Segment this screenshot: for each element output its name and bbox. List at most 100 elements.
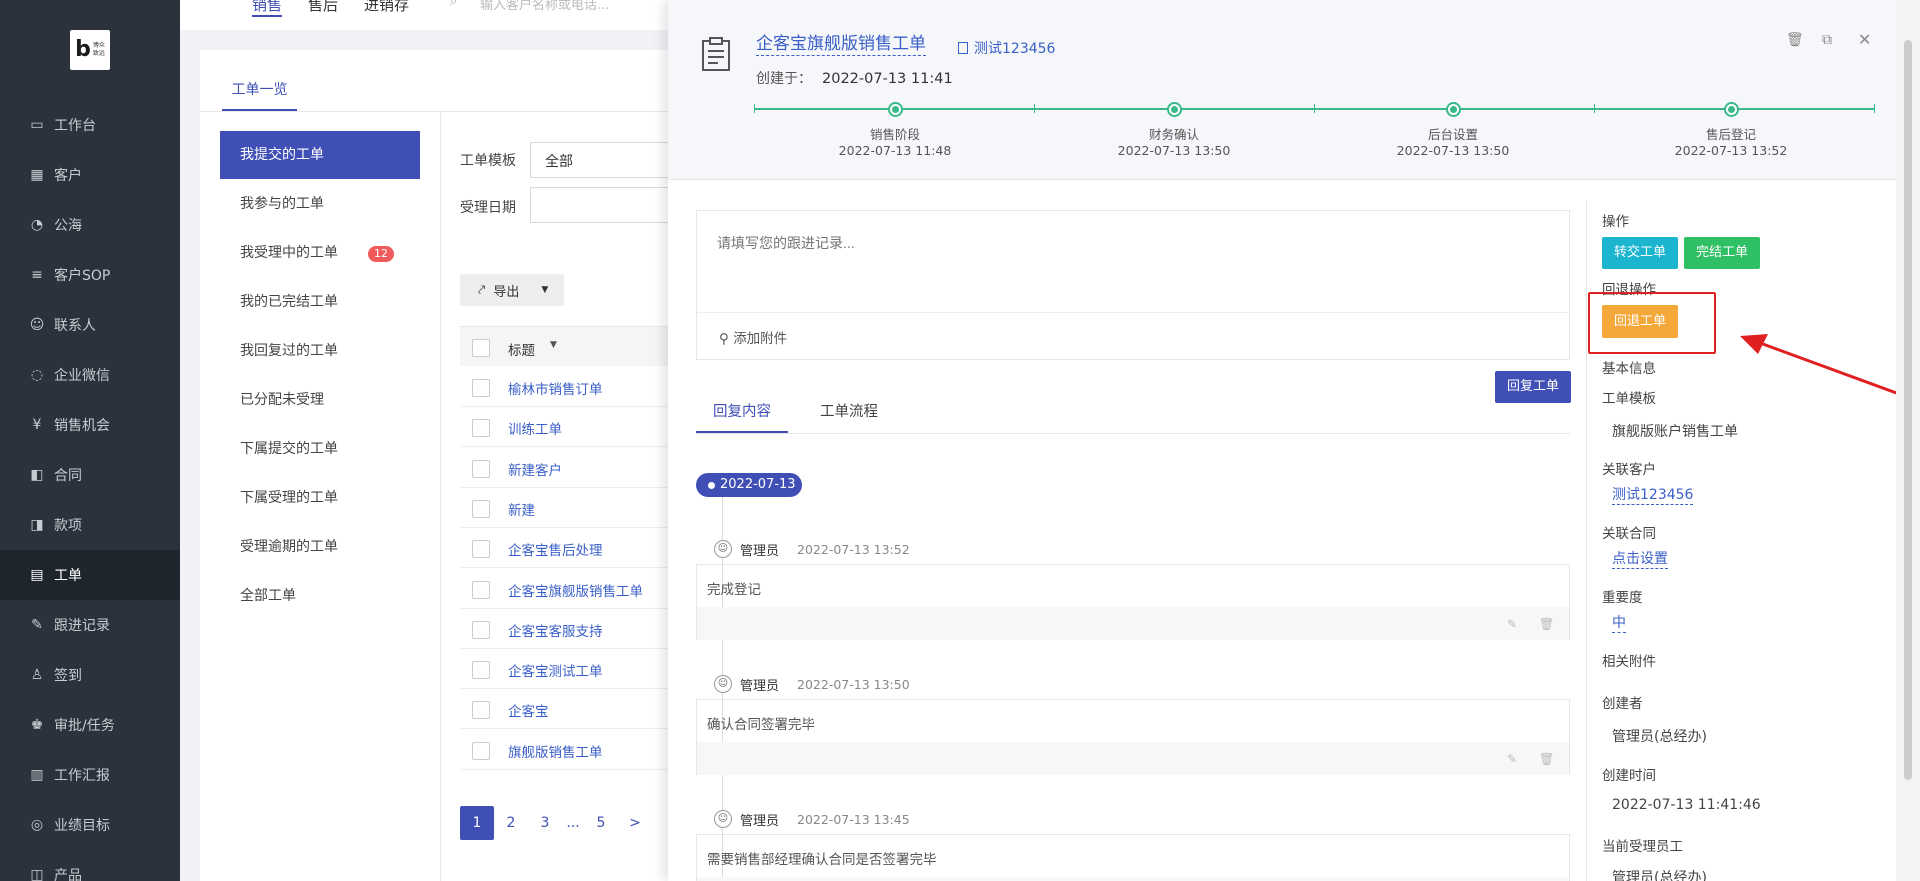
- filter-item[interactable]: 我的已完结工单: [220, 278, 420, 326]
- filter-item[interactable]: 全部工单: [220, 572, 420, 620]
- column-title-header[interactable]: 标题: [508, 339, 535, 359]
- filter-item[interactable]: 下属提交的工单: [220, 425, 420, 473]
- delete-icon[interactable]: 🗑: [1786, 32, 1804, 48]
- tab-ticket-overview[interactable]: 工单一览: [222, 78, 297, 111]
- filter-item[interactable]: 受理逾期的工单: [220, 523, 420, 571]
- ticket-title-link[interactable]: 榆林市销售订单: [508, 378, 603, 398]
- tab-reply-content[interactable]: 回复内容: [696, 400, 788, 433]
- filter-item[interactable]: 我回复过的工单: [220, 327, 420, 375]
- creator-label: 创建者: [1602, 696, 1643, 712]
- sidebar-item-0[interactable]: ▭ 工作台: [0, 100, 180, 150]
- row-checkbox[interactable]: [472, 741, 490, 760]
- sidebar-item-2[interactable]: ◔ 公海: [0, 200, 180, 250]
- sidebar-item-5[interactable]: ◌ 企业微信: [0, 350, 180, 400]
- filter-item[interactable]: 下属受理的工单: [220, 474, 420, 522]
- approval-icon: ♚: [30, 717, 44, 733]
- ticket-title-link[interactable]: 新建客户: [508, 459, 562, 479]
- page-button[interactable]: 2: [494, 806, 528, 840]
- add-attachment-link[interactable]: ⚲ 添加附件: [719, 327, 787, 347]
- edit-icon[interactable]: ✎: [1507, 752, 1517, 766]
- finish-ticket-button[interactable]: 完结工单: [1684, 237, 1760, 269]
- reply-textarea[interactable]: [697, 211, 1569, 313]
- row-checkbox[interactable]: [472, 379, 490, 397]
- ticket-title-link[interactable]: 新建: [508, 499, 535, 519]
- sidebar-item-9[interactable]: ▤ 工单: [0, 550, 180, 600]
- template-select[interactable]: 全部: [530, 142, 670, 178]
- contract-set-link[interactable]: 点击设置: [1612, 548, 1668, 569]
- avatar-icon: ☺: [714, 675, 732, 693]
- row-checkbox[interactable]: [472, 540, 490, 559]
- ticket-title-link[interactable]: 旗舰版销售工单: [508, 741, 603, 761]
- sidebar-item-3[interactable]: ≡ 客户SOP: [0, 250, 180, 300]
- next-page-button[interactable]: >: [618, 806, 652, 840]
- caret-down-icon[interactable]: ▼: [541, 285, 548, 295]
- ticket-detail-drawer: 企客宝旗舰版销售工单 测试123456 创建于： 2022-07-13 11:41…: [668, 0, 1911, 881]
- money-bag-icon: ¥: [32, 417, 42, 433]
- scrollbar-thumb[interactable]: [1904, 40, 1912, 780]
- sidebar-item-12[interactable]: ♚ 审批/任务: [0, 700, 180, 750]
- filter-item[interactable]: 已分配未受理: [220, 376, 420, 424]
- sidebar-item-label: 审批/任务: [54, 718, 115, 734]
- app-logo[interactable]: b 博众致远: [70, 30, 110, 70]
- sidebar-item-4[interactable]: ☺ 联系人: [0, 300, 180, 350]
- trash-icon[interactable]: 🗑: [1539, 752, 1554, 766]
- tab-ticket-flow[interactable]: 工单流程: [804, 400, 894, 433]
- reply-ticket-button[interactable]: 回复工单: [1495, 371, 1571, 403]
- sidebar-item-8[interactable]: ◨ 款项: [0, 500, 180, 550]
- topnav-tab-aftersales[interactable]: 售后: [308, 0, 338, 15]
- row-checkbox[interactable]: [472, 499, 490, 518]
- external-link-icon[interactable]: ⧉: [1822, 32, 1832, 48]
- edit-icon[interactable]: ✎: [1507, 617, 1517, 631]
- date-range-input[interactable]: [530, 187, 670, 223]
- sidebar-item-13[interactable]: ▥ 工作汇报: [0, 750, 180, 800]
- row-checkbox[interactable]: [472, 661, 490, 680]
- sort-icon[interactable]: ▼: [550, 340, 557, 350]
- row-checkbox[interactable]: [472, 620, 490, 639]
- sidebar-item-10[interactable]: ✎ 跟进记录: [0, 600, 180, 650]
- close-icon[interactable]: ✕: [1858, 30, 1871, 49]
- ticket-title-link[interactable]: 企客宝: [508, 700, 549, 720]
- wechat-icon: ◌: [30, 367, 44, 383]
- clipboard-icon: [702, 37, 730, 71]
- select-all-checkbox[interactable]: [472, 339, 490, 357]
- table-row: 企客宝售后处理: [460, 528, 700, 569]
- filter-item[interactable]: 我参与的工单: [220, 180, 420, 228]
- priority-value[interactable]: 中: [1612, 612, 1626, 633]
- transfer-ticket-button[interactable]: 转交工单: [1602, 237, 1678, 269]
- row-checkbox[interactable]: [472, 580, 490, 599]
- sidebar-item-6[interactable]: ¥ 销售机会: [0, 400, 180, 450]
- sidebar-item-11[interactable]: ♙ 签到: [0, 650, 180, 700]
- customer-value-link[interactable]: 测试123456: [1612, 484, 1694, 505]
- ticket-title-link[interactable]: 企客宝客服支持: [508, 620, 603, 640]
- sidebar-item-label: 款项: [54, 518, 82, 534]
- topnav-tab-inventory[interactable]: 进销存: [364, 0, 409, 15]
- row-checkbox[interactable]: [472, 701, 490, 720]
- highlight-box: [1588, 292, 1716, 354]
- table-header: 标题 ▼: [460, 326, 700, 366]
- search-icon[interactable]: ⌕: [450, 0, 457, 9]
- dashboard-icon: ▭: [30, 117, 44, 133]
- ticket-title-link[interactable]: 训练工单: [508, 418, 562, 438]
- ticket-title-link[interactable]: 企客宝旗舰版销售工单: [508, 580, 643, 600]
- ticket-title[interactable]: 企客宝旗舰版销售工单: [756, 33, 926, 56]
- created-time-value: 2022-07-13 11:41:46: [1612, 797, 1761, 813]
- row-checkbox[interactable]: [472, 459, 490, 478]
- sidebar-item-1[interactable]: ▦ 客户: [0, 150, 180, 200]
- filter-item[interactable]: 我受理中的工单 12: [220, 229, 420, 277]
- page-button[interactable]: 1: [460, 806, 494, 840]
- filter-item[interactable]: 我提交的工单: [220, 131, 420, 179]
- table-row: 旗舰版销售工单: [460, 730, 700, 770]
- sidebar-item-7[interactable]: ◧ 合同: [0, 450, 180, 500]
- page-button[interactable]: 5: [584, 806, 618, 840]
- ticket-title-link[interactable]: 企客宝测试工单: [508, 660, 603, 680]
- ticket-title-link[interactable]: 企客宝售后处理: [508, 539, 603, 559]
- trash-icon[interactable]: 🗑: [1539, 617, 1554, 631]
- sidebar-item-15[interactable]: ◫ 产品: [0, 850, 180, 881]
- search-input[interactable]: 输入客户名称或电话...: [480, 0, 609, 13]
- export-button[interactable]: ⤤ 导出 ▼: [460, 274, 564, 306]
- sidebar-item-14[interactable]: ◎ 业绩目标: [0, 800, 180, 850]
- related-customer-link[interactable]: 测试123456: [958, 38, 1055, 58]
- row-checkbox[interactable]: [472, 419, 490, 438]
- topnav-tab-sales[interactable]: 销售: [252, 0, 283, 17]
- payment-icon: ◨: [30, 517, 44, 533]
